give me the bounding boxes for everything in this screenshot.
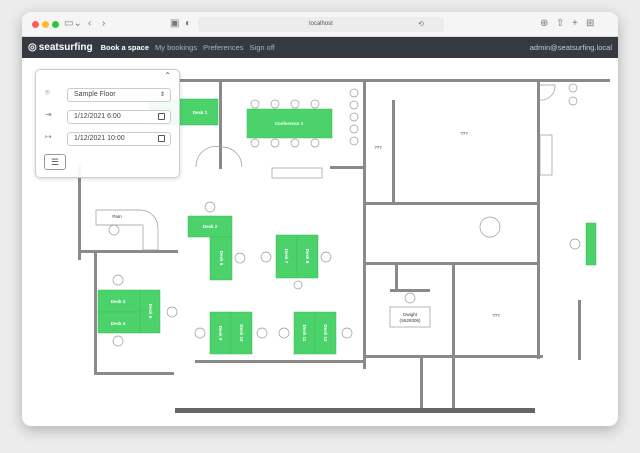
label-desk-12: Desk 12 <box>323 324 328 342</box>
room-label: ??? <box>492 313 500 318</box>
label-desk-6: Desk 6 <box>219 251 224 266</box>
room-label: ??? <box>460 131 468 136</box>
brand-name: seatsurfing <box>38 42 93 53</box>
label-pam: Pam <box>112 214 122 219</box>
floor-plan-area: Desk 1 Conference 1 Desk 2 Desk 6 Desk 7… <box>22 58 618 426</box>
forward-icon[interactable]: › <box>102 18 105 29</box>
minimize-window-button[interactable] <box>42 21 49 28</box>
enter-icon: ⇥ <box>45 110 52 119</box>
share-icon[interactable]: ⇧ <box>556 18 564 29</box>
user-email[interactable]: admin@seatsurfing.local <box>530 43 612 52</box>
enter-datetime-field[interactable]: 1/12/2021 6:00 <box>67 110 171 124</box>
sidebar-icon[interactable]: ▭⌄ <box>64 18 82 29</box>
location-select[interactable]: Sample Floor ⇕ <box>67 88 171 102</box>
logo-icon: ◎ <box>28 42 37 53</box>
label-conference-1: Conference 1 <box>275 121 304 126</box>
location-value: Sample Floor <box>74 91 116 98</box>
leave-icon: ↦ <box>45 132 52 141</box>
navbar: ◎ seatsurfing Book a space My bookings Pr… <box>22 37 618 58</box>
label-desk-5: Desk 5 <box>148 304 153 319</box>
nav-preferences[interactable]: Preferences <box>203 43 243 52</box>
shield-icon[interactable]: ◐ <box>185 18 191 29</box>
close-window-button[interactable] <box>32 21 39 28</box>
label-desk-4: Desk 4 <box>111 321 126 326</box>
label-desk-3: Desk 3 <box>111 299 126 304</box>
label-desk-8: Desk 8 <box>305 249 310 264</box>
nav-sign-off[interactable]: Sign off <box>250 43 275 52</box>
label-desk-1: Desk 1 <box>193 110 208 115</box>
leave-datetime-field[interactable]: 1/12/2021 10:00 <box>67 132 171 146</box>
leave-value: 1/12/2021 10:00 <box>74 135 125 142</box>
label-desk-7: Desk 7 <box>284 249 289 264</box>
nav-book-a-space[interactable]: Book a space <box>101 43 149 52</box>
translate-icon[interactable]: ⟲ <box>418 20 424 28</box>
brand-logo[interactable]: ◎ seatsurfing <box>28 42 93 53</box>
back-icon[interactable]: ‹ <box>88 18 91 29</box>
calendar-icon[interactable] <box>158 135 165 142</box>
label-desk-11: Desk 11 <box>302 325 307 342</box>
collapse-chevron-icon[interactable]: ⌃ <box>164 71 171 80</box>
label-desk-10: Desk 10 <box>239 324 244 342</box>
select-arrows-icon: ⇕ <box>159 92 165 98</box>
room-label: ??? <box>374 145 382 150</box>
label-dwight-id: (S629306) <box>399 318 421 323</box>
list-view-button[interactable]: ☰ <box>44 154 66 170</box>
label-desk-9: Desk 9 <box>218 326 223 341</box>
list-icon: ☰ <box>50 157 60 167</box>
privacy-icon[interactable]: ▣ <box>170 18 179 29</box>
zoom-window-button[interactable] <box>52 21 59 28</box>
search-panel: ⌃ ⌾ Sample Floor ⇕ ⇥ 1/12/2021 6:00 ↦ 1/1… <box>35 69 180 178</box>
download-icon[interactable]: ⊕ <box>540 18 548 29</box>
browser-window: ▭⌄ ‹ › ▣ ◐ localhost ⟲ ⊕ ⇧ + ⊞ ◎ seatsurf… <box>22 12 618 426</box>
new-tab-icon[interactable]: + <box>572 18 578 29</box>
tab-overview-icon[interactable]: ⊞ <box>586 18 594 29</box>
label-dwight: Dwight <box>403 312 418 317</box>
address-bar[interactable]: localhost <box>198 17 444 32</box>
location-pin-icon: ⌾ <box>45 88 50 97</box>
browser-toolbar: ▭⌄ ‹ › ▣ ◐ localhost ⟲ ⊕ ⇧ + ⊞ <box>22 12 618 37</box>
nav-my-bookings[interactable]: My bookings <box>155 43 197 52</box>
space-partial-desk[interactable] <box>585 222 597 266</box>
label-desk-2: Desk 2 <box>203 224 218 229</box>
enter-value: 1/12/2021 6:00 <box>74 113 121 120</box>
calendar-icon[interactable] <box>158 113 165 120</box>
